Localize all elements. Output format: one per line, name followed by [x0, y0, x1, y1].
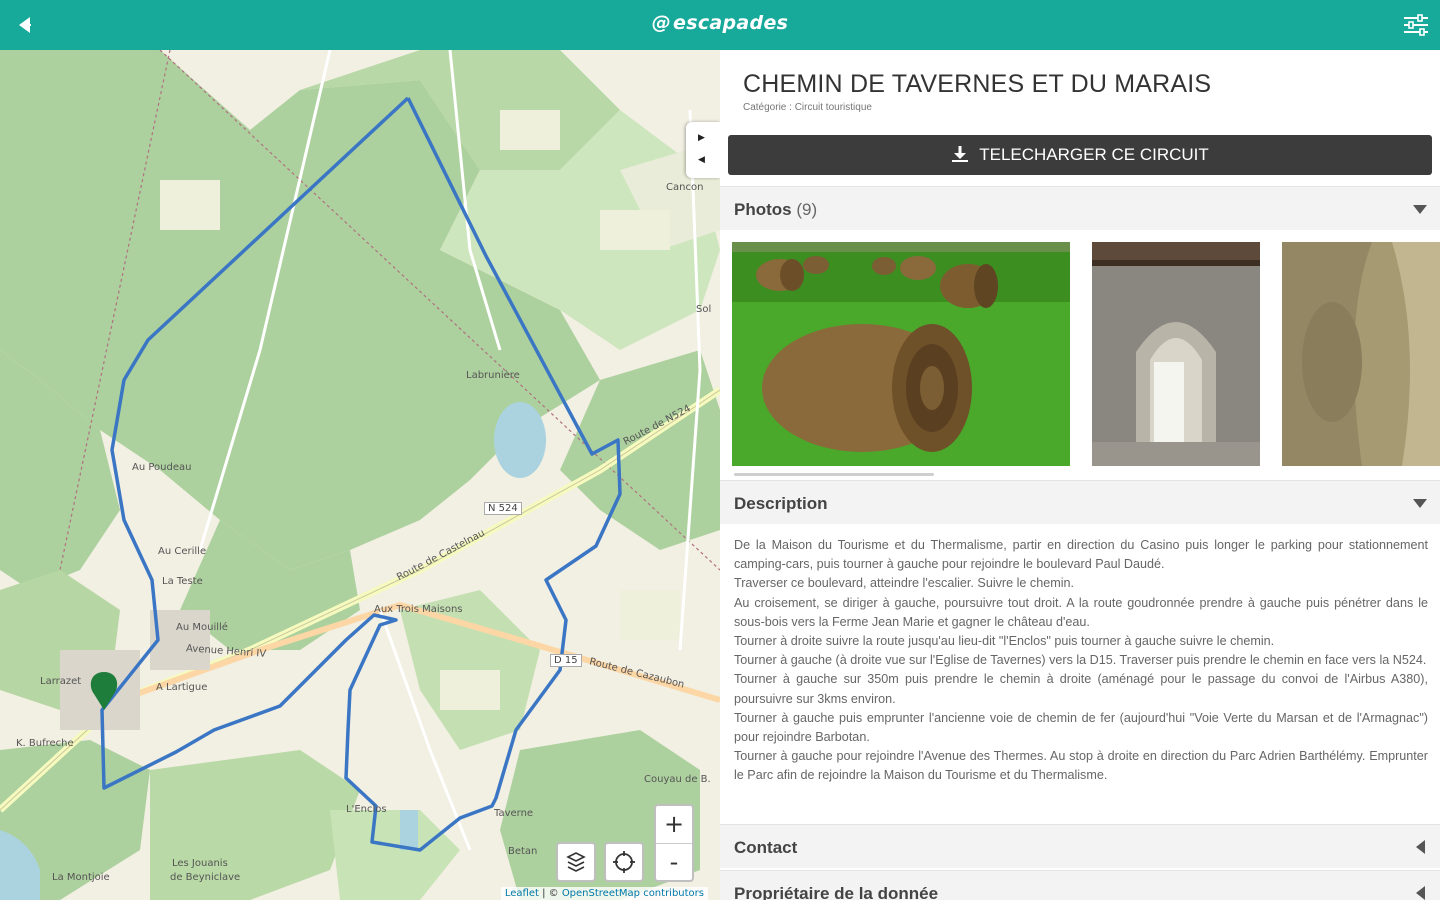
photo-hay-bales[interactable] [732, 242, 1070, 466]
zoom-in-button[interactable]: + [656, 806, 692, 843]
map-place-label: Labrunière [466, 370, 520, 381]
osm-link[interactable]: OpenStreetMap contributors [562, 888, 704, 899]
map-place-label: de Beyniclave [170, 872, 241, 883]
map-road-label: N 524 [484, 502, 522, 515]
download-circuit-button[interactable]: TELECHARGER CE CIRCUIT [728, 135, 1432, 175]
chevron-down-icon [1413, 499, 1427, 508]
description-label: Description [734, 494, 828, 513]
map-place-label: Larrazet [40, 676, 82, 687]
map-place-label: Au Poudeau [132, 462, 192, 473]
description-section-header[interactable]: Description [720, 480, 1440, 524]
map-view[interactable]: Cancon Labrunière Au Poudeau Au Cerille … [0, 50, 720, 900]
zoom-out-button[interactable]: - [656, 843, 692, 880]
description-paragraph: Traverser ce boulevard, atteindre l'esca… [734, 576, 1075, 591]
panel-toggle-button[interactable]: ▶ ◀ [686, 122, 720, 178]
chevron-right-icon: ▶ [698, 132, 705, 142]
detail-panel: CHEMIN DE TAVERNES ET DU MARAIS Catégori… [720, 50, 1440, 900]
description-paragraph: Tourner à gauche (à droite vue sur l'Egl… [734, 653, 1427, 668]
map-place-label: A Lartigue [156, 682, 208, 693]
chevron-left-icon: ◀ [698, 154, 705, 164]
description-paragraph: Tourner à droite suivre la route jusqu'a… [734, 634, 1275, 649]
download-label: TELECHARGER CE CIRCUIT [979, 145, 1209, 164]
zoom-control: + - [654, 804, 694, 882]
description-paragraph: Tourner à gauche pour rejoindre l'Avenue… [734, 749, 1428, 783]
page-title: CHEMIN DE TAVERNES ET DU MARAIS [743, 70, 1212, 98]
map-place-label: L'Enclos [346, 804, 387, 815]
map-place-label: Aux Trois Maisons [374, 604, 463, 615]
map-place-label: La Teste [162, 576, 203, 587]
map-place-label: Les Jouanis [172, 858, 228, 869]
map-place-label: Couyau de B. [644, 774, 711, 785]
photos-count: (9) [796, 200, 818, 219]
map-attribution: Leaflet | © OpenStreetMap contributors [500, 887, 708, 900]
description-paragraph: Tourner à gauche puis emprunter l'ancien… [734, 710, 1428, 745]
map-place-label: Au Mouillé [176, 622, 228, 633]
photo-stone-detail[interactable] [1282, 242, 1440, 466]
map-road-label: D 15 [550, 654, 582, 667]
owner-label: Propriétaire de la donnée [734, 884, 939, 900]
description-paragraph: Tourner à gauche sur 350m puis prendre l… [734, 672, 1428, 706]
contact-section-header[interactable]: Contact [720, 824, 1440, 868]
category-label: Catégorie : Circuit touristique [743, 102, 872, 113]
map-tiles [0, 50, 720, 900]
map-place-label: Taverne [494, 808, 534, 819]
map-place-label: Betan [508, 846, 538, 857]
photos-label: Photos (9) [734, 200, 817, 220]
app-header: @ escapades [0, 0, 1440, 50]
description-paragraph: De la Maison du Tourisme et du Thermalis… [734, 538, 1428, 572]
map-place-label: Sol [696, 304, 712, 315]
filter-button[interactable] [1400, 9, 1432, 41]
crosshair-icon [613, 851, 635, 873]
logo-mark-icon: @ [651, 12, 672, 34]
logo-text: escapades [673, 12, 789, 34]
layers-button[interactable] [556, 842, 596, 882]
locate-button[interactable] [604, 842, 644, 882]
contact-label: Contact [734, 838, 798, 857]
photos-title: Photos [734, 200, 792, 219]
photo-chapel-door[interactable] [1092, 242, 1260, 466]
photos-section-header[interactable]: Photos (9) [720, 186, 1440, 230]
map-place-label: K. Bufreche [16, 738, 74, 749]
layers-icon [566, 852, 586, 872]
owner-section-header[interactable]: Propriétaire de la donnée [720, 870, 1440, 900]
attribution-separator: | © [538, 888, 562, 899]
chevron-left-icon [1416, 886, 1425, 900]
map-place-label: La Montjoie [52, 872, 110, 883]
map-place-label: Cancon [666, 182, 704, 193]
download-icon [952, 146, 969, 162]
chevron-down-icon [1413, 205, 1427, 214]
app-logo: @ escapades [0, 12, 1440, 34]
leaflet-link[interactable]: Leaflet [505, 888, 539, 899]
map-place-label: Au Cerille [158, 546, 207, 557]
chevron-left-icon [1416, 840, 1425, 854]
photo-gallery[interactable] [720, 240, 1440, 480]
gallery-scrollbar[interactable] [734, 473, 934, 476]
description-text: De la Maison du Tourisme et du Thermalis… [734, 536, 1428, 786]
description-paragraph: Au croisement, se diriger à gauche, pour… [734, 595, 1428, 629]
sliders-icon [1404, 14, 1428, 36]
